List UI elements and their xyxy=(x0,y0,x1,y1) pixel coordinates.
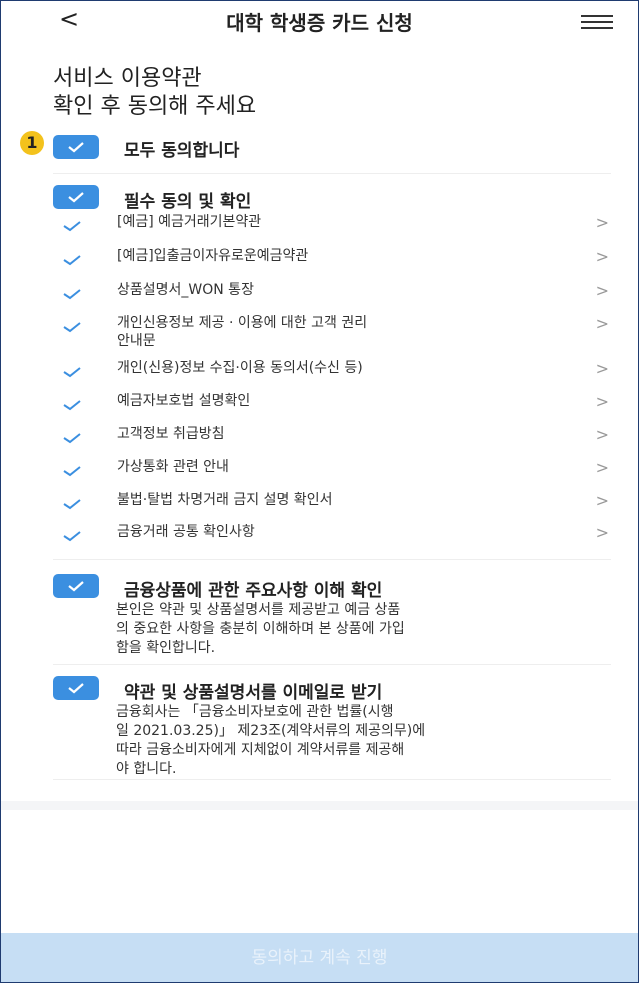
divider xyxy=(53,173,611,174)
terms-item[interactable]: 예금자보호법 설명확인 > xyxy=(53,392,613,420)
chevron-right-icon: > xyxy=(595,523,609,542)
page-title: 대학 학생증 카드 신청 xyxy=(226,11,413,35)
desc-line: 금융회사는 「금융소비자보호에 관한 법률(시행 xyxy=(116,704,394,720)
agree-all-checkbox[interactable] xyxy=(53,135,99,159)
terms-item-label-line2: 안내문 xyxy=(117,333,156,349)
chevron-right-icon: > xyxy=(595,281,609,300)
terms-item-label: 금융거래 공통 확인사항 xyxy=(117,524,255,540)
product-understanding-title[interactable]: 금융상품에 관한 주요사항 이해 확인 xyxy=(124,576,382,601)
terms-item[interactable]: 개인신용정보 제공 · 이용에 대한 고객 권리 안내문 > xyxy=(53,314,613,354)
intro-text: 서비스 이용약관 확인 후 동의해 주세요 xyxy=(53,65,256,121)
check-icon xyxy=(63,322,81,333)
terms-item-label: 고객정보 취급방침 xyxy=(117,426,225,442)
check-icon xyxy=(68,581,84,592)
check-icon xyxy=(68,142,84,153)
intro-line-1: 서비스 이용약관 xyxy=(53,66,202,91)
terms-item[interactable]: 가상통화 관련 안내 > xyxy=(53,458,613,486)
section-gap xyxy=(1,801,638,810)
chevron-right-icon: > xyxy=(595,458,609,477)
check-icon xyxy=(68,192,84,203)
product-understanding-desc: 본인은 약관 및 상품설명서를 제공받고 예금 상품 의 중요한 사항을 충분히… xyxy=(116,601,611,658)
desc-line: 의 중요한 사항을 충분히 이해하며 본 상품에 가입 xyxy=(116,621,405,637)
terms-item-label: 가상통화 관련 안내 xyxy=(117,459,229,475)
header: < 대학 학생증 카드 신청 xyxy=(1,1,638,45)
desc-line: 본인은 약관 및 상품설명서를 제공받고 예금 상품 xyxy=(116,602,401,618)
product-understanding-checkbox[interactable] xyxy=(53,574,99,598)
divider xyxy=(53,559,611,560)
check-icon xyxy=(63,367,81,378)
terms-item-label: 상품설명서_WON 통장 xyxy=(117,282,254,298)
terms-item[interactable]: 불법·탈법 차명거래 금지 설명 확인서 > xyxy=(53,491,613,519)
divider xyxy=(53,779,611,780)
email-receive-title[interactable]: 약관 및 상품설명서를 이메일로 받기 xyxy=(124,678,382,703)
terms-item[interactable]: [예금]입출금이자유로운예금약관 > xyxy=(53,247,613,275)
terms-item-label: 불법·탈법 차명거래 금지 설명 확인서 xyxy=(117,492,333,508)
chevron-right-icon: > xyxy=(595,491,609,510)
check-icon xyxy=(63,255,81,266)
check-icon xyxy=(63,531,81,542)
menu-icon[interactable] xyxy=(581,15,613,31)
terms-item[interactable]: 개인(신용)정보 수집·이용 동의서(수신 등) > xyxy=(53,359,613,387)
agree-all-label[interactable]: 모두 동의합니다 xyxy=(124,136,239,161)
email-receive-checkbox[interactable] xyxy=(53,676,99,700)
check-icon xyxy=(68,683,84,694)
chevron-right-icon: > xyxy=(595,392,609,411)
desc-line: 함을 확인합니다. xyxy=(116,640,216,656)
terms-item[interactable]: 고객정보 취급방침 > xyxy=(53,425,613,453)
email-receive-desc: 금융회사는 「금융소비자보호에 관한 법률(시행 일 2021.03.25)」 … xyxy=(116,703,611,779)
check-icon xyxy=(63,433,81,444)
terms-item-label: 개인(신용)정보 수집·이용 동의서(수신 등) xyxy=(117,360,363,376)
terms-item-label: 개인신용정보 제공 · 이용에 대한 고객 권리 안내문 xyxy=(117,314,557,350)
required-checkbox[interactable] xyxy=(53,185,99,209)
check-icon xyxy=(63,466,81,477)
terms-item-label: [예금] 예금거래기본약관 xyxy=(117,214,262,230)
desc-line: 일 2021.03.25)」 제23조(계약서류의 제공의무)에 xyxy=(116,723,426,739)
terms-item-label-line1: 개인신용정보 제공 · 이용에 대한 고객 권리 xyxy=(117,315,368,331)
terms-item-label: 예금자보호법 설명확인 xyxy=(117,393,251,409)
terms-item-label: [예금]입출금이자유로운예금약관 xyxy=(117,248,309,264)
step-badge: 1 xyxy=(20,131,44,155)
required-section-title[interactable]: 필수 동의 및 확인 xyxy=(124,187,251,212)
chevron-right-icon: > xyxy=(595,314,609,333)
chevron-right-icon: > xyxy=(595,247,609,266)
desc-line: 야 합니다. xyxy=(116,761,177,777)
terms-item[interactable]: [예금] 예금거래기본약관 > xyxy=(53,213,613,241)
desc-line: 따라 금융소비자에게 지체없이 계약서류를 제공해 xyxy=(116,742,405,758)
check-icon xyxy=(63,289,81,300)
check-icon xyxy=(63,400,81,411)
divider xyxy=(53,664,611,665)
app-frame: < 대학 학생증 카드 신청 서비스 이용약관 확인 후 동의해 주세요 1 모… xyxy=(0,0,639,983)
check-icon xyxy=(63,499,81,510)
agree-continue-button[interactable]: 동의하고 계속 진행 xyxy=(1,933,638,982)
terms-item[interactable]: 금융거래 공통 확인사항 > xyxy=(53,523,613,551)
chevron-right-icon: > xyxy=(595,213,609,232)
intro-line-2: 확인 후 동의해 주세요 xyxy=(53,94,257,119)
check-icon xyxy=(63,221,81,232)
chevron-right-icon: > xyxy=(595,359,609,378)
terms-item[interactable]: 상품설명서_WON 통장 > xyxy=(53,281,613,309)
chevron-right-icon: > xyxy=(595,425,609,444)
